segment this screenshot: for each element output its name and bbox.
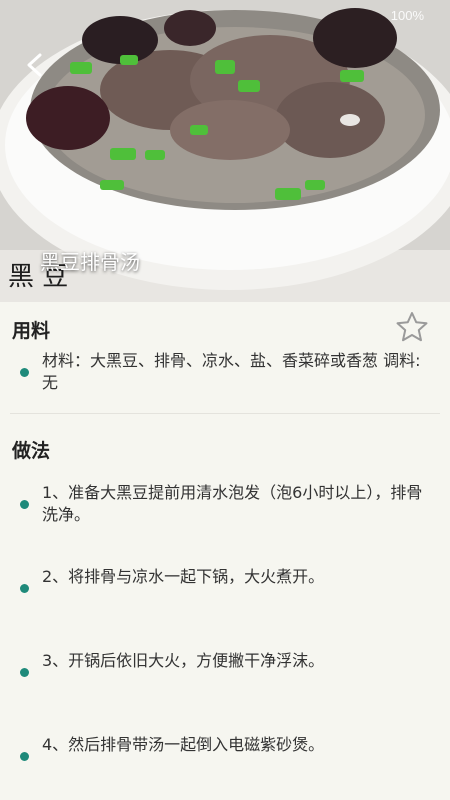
method-step: 3、开锅后依旧大火，方便撇干净浮沫。 <box>20 650 430 698</box>
method-heading: 做法 <box>12 440 51 462</box>
star-outline-icon <box>396 312 428 342</box>
step-text: 3、开锅后依旧大火，方便撇干净浮沫。 <box>42 651 325 670</box>
favorite-button[interactable] <box>394 310 430 344</box>
section-divider <box>10 413 440 414</box>
ingredients-heading: 用料 <box>12 320 51 342</box>
bullet-dot <box>20 752 29 761</box>
ingredient-item: 材料：大黑豆、排骨、凉水、盐、香菜碎或香葱 调料:无 <box>20 350 430 398</box>
ingredient-text: 材料：大黑豆、排骨、凉水、盐、香菜碎或香葱 调料:无 <box>42 351 421 392</box>
back-button[interactable] <box>18 48 52 82</box>
method-step: 2、将排骨与凉水一起下锅，大火煮开。 <box>20 566 430 614</box>
recipe-title: 黑豆排骨汤 <box>40 250 140 274</box>
recipe-content: 用料 材料：大黑豆、排骨、凉水、盐、香菜碎或香葱 调料:无 做法 1、准备大黑豆… <box>0 302 450 800</box>
step-text: 1、准备大黑豆提前用清水泡发（泡6小时以上），排骨洗净。 <box>42 483 423 524</box>
back-arrow-icon <box>27 53 42 77</box>
recipe-hero-image: 黑 豆 100% 黑豆排骨汤 <box>0 0 450 302</box>
bullet-dot <box>20 500 29 509</box>
bullet-dot <box>20 668 29 677</box>
method-step: 4、然后排骨带汤一起倒入电磁紫砂煲。 <box>20 734 430 782</box>
method-step: 1、准备大黑豆提前用清水泡发（泡6小时以上），排骨洗净。 <box>20 482 430 530</box>
bullet-dot <box>20 368 29 377</box>
battery-level: 100% <box>390 8 424 23</box>
bullet-dot <box>20 584 29 593</box>
step-text: 4、然后排骨带汤一起倒入电磁紫砂煲。 <box>42 735 325 754</box>
status-bar: 100% <box>0 0 450 30</box>
step-text: 2、将排骨与凉水一起下锅，大火煮开。 <box>42 567 325 586</box>
